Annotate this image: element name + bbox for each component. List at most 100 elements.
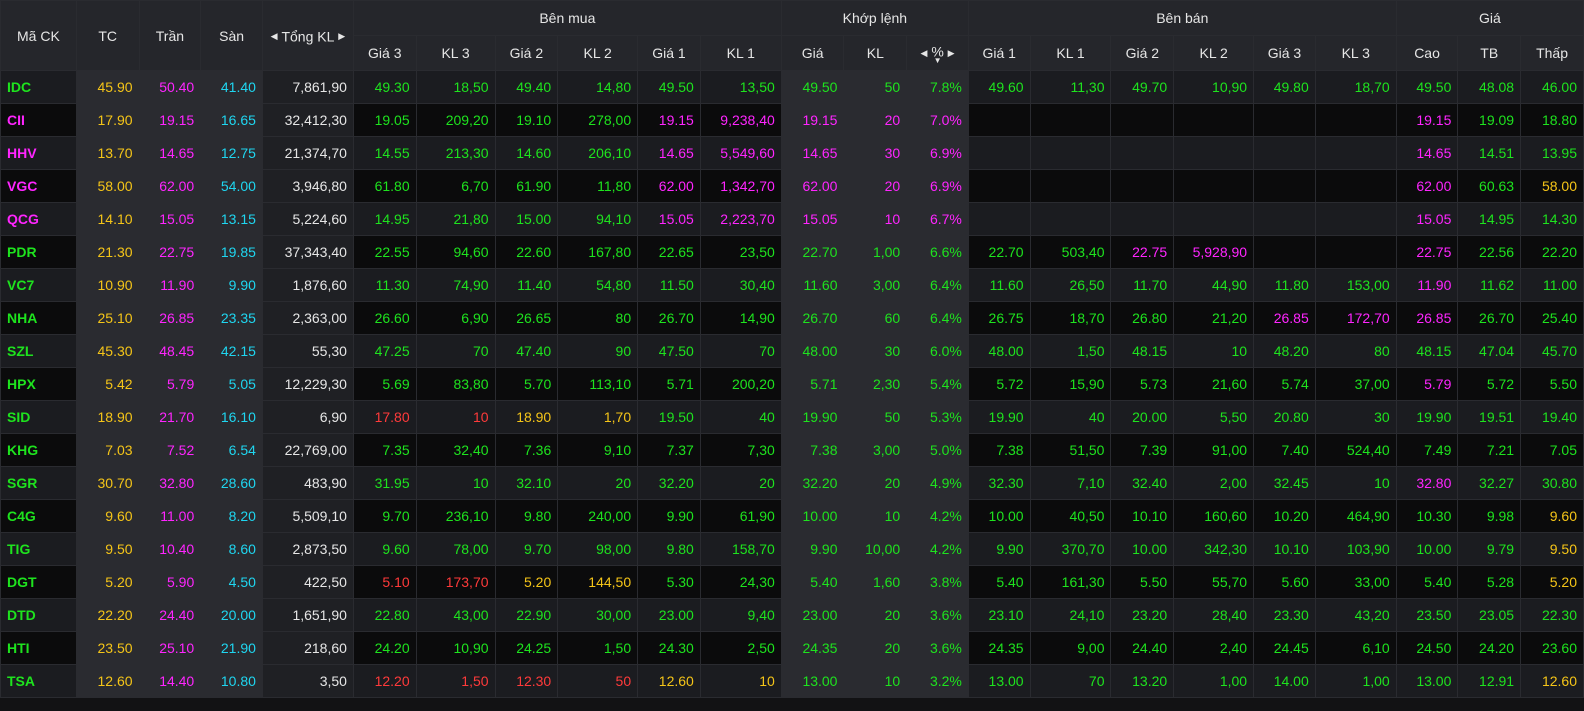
sell-vol3-cell: 6,10: [1314, 631, 1397, 665]
col-ref-header[interactable]: TC: [75, 0, 140, 71]
buy-vol3-cell: 6,70: [415, 169, 496, 203]
sell-vol1-cell: [1029, 169, 1112, 203]
table-row[interactable]: SGR 30.70 32.80 28.60 483,90 31.95 10 32.10 20 32…: [0, 466, 1584, 500]
sell-vol3-cell: 1,00: [1314, 664, 1397, 698]
avg-price-cell: 7.21: [1457, 433, 1522, 467]
high-price-cell: 10.00: [1395, 532, 1459, 566]
table-row[interactable]: IDC 45.90 50.40 41.40 7,861,90 49.30 18,50 49.4…: [0, 70, 1584, 104]
sell-price1-cell: 5.40: [967, 565, 1031, 599]
table-row[interactable]: VC7 10.90 11.90 9.90 1,876,60 11.30 74,90 11.40…: [0, 268, 1584, 302]
table-row[interactable]: HHV 13.70 14.65 12.75 21,374,70 14.55 213,30 14…: [0, 136, 1584, 170]
table-row[interactable]: SZL 45.30 48.45 42.15 55,30 47.25 70 47.40 90 47.…: [0, 334, 1584, 368]
match-percent-header[interactable]: ◀ % ▼ ▶: [906, 35, 969, 71]
sell-price1-header[interactable]: Giá 1: [967, 35, 1031, 71]
sell-price3-header[interactable]: Giá 3: [1253, 35, 1316, 71]
caret-right-icon[interactable]: ▶: [338, 31, 345, 42]
match-percent-cell: 6.7%: [906, 202, 969, 236]
low-price-header[interactable]: Thấp: [1520, 35, 1584, 71]
floor-price-cell: 13.15: [200, 202, 263, 236]
avg-price-header[interactable]: TB: [1457, 35, 1522, 71]
col-total-volume-header[interactable]: ◀ Tổng KL ▶: [261, 0, 354, 71]
col-symbol-header[interactable]: Mã CK: [0, 0, 77, 71]
sell-price3-cell: [1253, 202, 1316, 236]
match-price-header[interactable]: Giá: [780, 35, 845, 71]
col-ceiling-header[interactable]: Trần: [138, 0, 202, 71]
total-volume-cell: 21,374,70: [261, 136, 354, 170]
buy-price1-cell: 22.65: [637, 235, 701, 269]
buy-price1-header[interactable]: Giá 1: [637, 35, 701, 71]
match-price-cell: 26.70: [780, 301, 845, 335]
sell-vol1-cell: 161,30: [1029, 565, 1112, 599]
total-volume-cell: 12,229,30: [261, 367, 354, 401]
ceiling-price-cell: 62.00: [138, 169, 202, 203]
table-row[interactable]: SID 18.90 21.70 16.10 6,90 17.80 10 18.90 1,70 19…: [0, 400, 1584, 434]
match-vol-header[interactable]: KL: [843, 35, 908, 71]
table-row[interactable]: NHA 25.10 26.85 23.35 2,363,00 26.60 6,90 26.65…: [0, 301, 1584, 335]
symbol-cell[interactable]: IDC: [0, 70, 77, 104]
symbol-cell[interactable]: VC7: [0, 268, 77, 302]
symbol-cell[interactable]: KHG: [0, 433, 77, 467]
symbol-cell[interactable]: VGC: [0, 169, 77, 203]
symbol-cell[interactable]: HHV: [0, 136, 77, 170]
symbol-cell[interactable]: DGT: [0, 565, 77, 599]
symbol-cell[interactable]: TIG: [0, 532, 77, 566]
match-vol-cell: 3,00: [843, 433, 908, 467]
table-row[interactable]: HPX 5.42 5.79 5.05 12,229,30 5.69 83,80 5.70 113…: [0, 367, 1584, 401]
symbol-cell[interactable]: HPX: [0, 367, 77, 401]
avg-price-cell: 24.20: [1457, 631, 1522, 665]
buy-vol3-header[interactable]: KL 3: [415, 35, 496, 71]
caret-right-icon[interactable]: ▶: [948, 48, 955, 59]
symbol-cell[interactable]: HTI: [0, 631, 77, 665]
symbol-cell[interactable]: C4G: [0, 499, 77, 533]
buy-vol3-cell: 213,30: [415, 136, 496, 170]
low-price-cell: 7.05: [1520, 433, 1584, 467]
match-percent-cell: 5.4%: [906, 367, 969, 401]
caret-left-icon[interactable]: ◀: [271, 31, 278, 42]
buy-price3-cell: 17.80: [352, 400, 417, 434]
table-row[interactable]: HTI 23.50 25.10 21.90 218,60 24.20 10,90 24.25 1…: [0, 631, 1584, 665]
buy-vol1-header[interactable]: KL 1: [699, 35, 782, 71]
sell-price2-cell: [1110, 136, 1175, 170]
sell-vol1-cell: 370,70: [1029, 532, 1112, 566]
sell-vol1-header[interactable]: KL 1: [1029, 35, 1112, 71]
table-row[interactable]: VGC 58.00 62.00 54.00 3,946,80 61.80 6,70 61.90…: [0, 169, 1584, 203]
table-row[interactable]: PDR 21.30 22.75 19.85 37,343,40 22.55 94,60 22.…: [0, 235, 1584, 269]
sell-price2-header[interactable]: Giá 2: [1110, 35, 1175, 71]
table-row[interactable]: TIG 9.50 10.40 8.60 2,873,50 9.60 78,00 9.70 98,…: [0, 532, 1584, 566]
sell-price1-cell: 32.30: [967, 466, 1031, 500]
buy-price2-cell: 9.70: [494, 532, 559, 566]
sell-price3-cell: 14.00: [1253, 664, 1316, 698]
match-price-cell: 32.20: [780, 466, 845, 500]
symbol-cell[interactable]: QCG: [0, 202, 77, 236]
sell-vol1-cell: [1029, 103, 1112, 137]
caret-left-icon[interactable]: ◀: [921, 48, 928, 59]
symbol-cell[interactable]: SID: [0, 400, 77, 434]
ref-price-cell: 14.10: [75, 202, 140, 236]
table-row[interactable]: QCG 14.10 15.05 13.15 5,224,60 14.95 21,80 15.0…: [0, 202, 1584, 236]
table-row[interactable]: DTD 22.20 24.40 20.00 1,651,90 22.80 43,00 22.9…: [0, 598, 1584, 632]
avg-price-cell: 5.28: [1457, 565, 1522, 599]
symbol-cell[interactable]: NHA: [0, 301, 77, 335]
col-floor-header[interactable]: Sàn: [200, 0, 263, 71]
table-row[interactable]: KHG 7.03 7.52 6.54 22,769,00 7.35 32,40 7.36 9,1…: [0, 433, 1584, 467]
buy-price3-header[interactable]: Giá 3: [352, 35, 417, 71]
high-price-header[interactable]: Cao: [1395, 35, 1459, 71]
table-row[interactable]: TSA 12.60 14.40 10.80 3,50 12.20 1,50 12.30 50 12…: [0, 664, 1584, 698]
symbol-cell[interactable]: SZL: [0, 334, 77, 368]
buy-price2-header[interactable]: Giá 2: [494, 35, 559, 71]
symbol-cell[interactable]: TSA: [0, 664, 77, 698]
table-row[interactable]: CII 17.90 19.15 16.65 32,412,30 19.05 209,20 19…: [0, 103, 1584, 137]
table-row[interactable]: C4G 9.60 11.00 8.20 5,509,10 9.70 236,10 9.80 24…: [0, 499, 1584, 533]
ref-price-cell: 9.50: [75, 532, 140, 566]
buy-price3-cell: 24.20: [352, 631, 417, 665]
sell-price1-cell: 13.00: [967, 664, 1031, 698]
symbol-cell[interactable]: CII: [0, 103, 77, 137]
table-row[interactable]: DGT 5.20 5.90 4.50 422,50 5.10 173,70 5.20 144,5…: [0, 565, 1584, 599]
symbol-cell[interactable]: DTD: [0, 598, 77, 632]
sell-vol3-header[interactable]: KL 3: [1314, 35, 1397, 71]
buy-vol2-header[interactable]: KL 2: [557, 35, 639, 71]
symbol-cell[interactable]: SGR: [0, 466, 77, 500]
sell-vol2-header[interactable]: KL 2: [1173, 35, 1255, 71]
symbol-cell[interactable]: PDR: [0, 235, 77, 269]
match-percent-cell: 6.4%: [906, 301, 969, 335]
